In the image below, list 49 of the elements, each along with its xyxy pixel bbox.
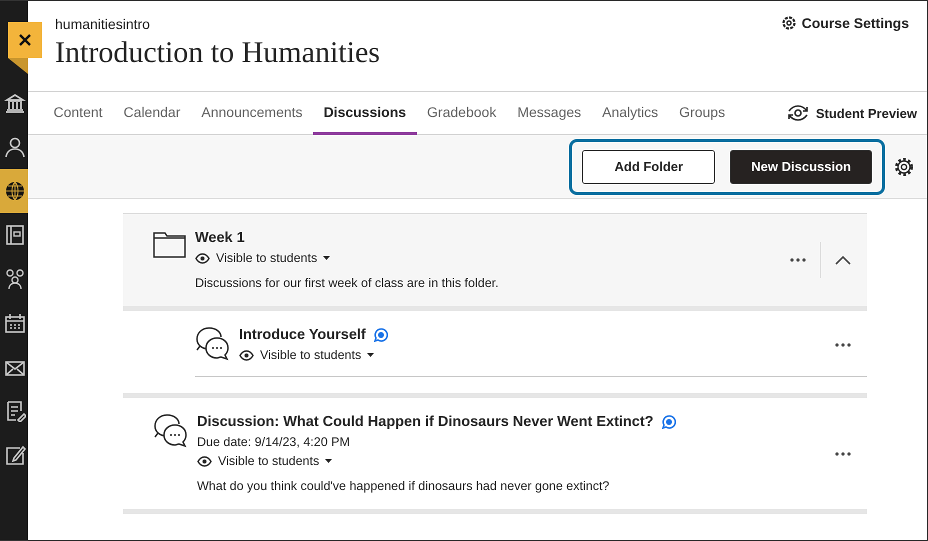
eye-icon	[239, 350, 254, 360]
due-date: Due date: 9/14/23, 4:20 PM	[197, 435, 351, 449]
calendar-icon	[4, 312, 26, 334]
grades-icon	[4, 400, 26, 422]
visibility-dropdown[interactable]: Visible to students	[197, 454, 332, 468]
visibility-dropdown[interactable]: Visible to students	[195, 251, 330, 265]
student-preview-link[interactable]: Student Preview	[786, 92, 927, 134]
sidebar-item[interactable]	[0, 169, 28, 213]
nav-tab[interactable]: Announcements	[190, 92, 314, 135]
close-icon	[18, 33, 32, 47]
eye-icon	[197, 456, 212, 466]
settings-icon[interactable]	[893, 156, 915, 178]
course-title: Introduction to Humanities	[55, 36, 380, 70]
person-icon	[4, 136, 26, 158]
new-discussion-button[interactable]: New Discussion	[730, 150, 872, 184]
eye-icon	[195, 252, 210, 264]
caret-icon	[367, 353, 374, 357]
edit-icon	[4, 444, 26, 466]
item-title[interactable]: Discussion: What Could Happen if Dinosaurs Never Went Extinct?	[197, 414, 654, 430]
nav-tab[interactable]: Analytics	[592, 92, 669, 135]
caret-icon	[323, 256, 330, 260]
more-icon	[835, 342, 851, 346]
more-icon	[835, 452, 851, 456]
caret-icon	[325, 459, 332, 463]
item-description: What do you think could've happened if dinosaurs had never gone extinct?	[197, 479, 610, 493]
course-settings-link[interactable]: Course Settings	[782, 15, 909, 31]
book-icon	[4, 224, 26, 246]
discussion-icon	[153, 414, 189, 448]
institution-icon	[4, 92, 26, 114]
nav-tab[interactable]: Groups	[668, 92, 736, 135]
people-icon	[4, 268, 26, 290]
chevron-icon	[835, 255, 851, 265]
folder-icon	[153, 230, 187, 258]
discussion-icon	[195, 327, 231, 361]
globe-icon	[4, 180, 26, 202]
nav-tab[interactable]: Messages	[506, 92, 592, 135]
more-icon	[790, 258, 806, 262]
nav-tab[interactable]: Calendar	[113, 92, 191, 135]
nav-tab[interactable]: Content	[43, 92, 114, 135]
visibility-dropdown[interactable]: Visible to students	[239, 348, 374, 362]
settings-icon	[782, 16, 796, 30]
eye-refresh-icon	[786, 105, 810, 121]
close-button[interactable]	[8, 22, 42, 58]
add-folder-button[interactable]: Add Folder	[582, 150, 716, 184]
item-description: Discussions for our first week of class are in this folder.	[195, 276, 500, 290]
nav-tab[interactable]: Gradebook	[416, 92, 507, 135]
item-title[interactable]: Introduce Yourself	[239, 327, 366, 343]
course-code: humanitiesintro	[55, 16, 151, 32]
item-title[interactable]: Week 1	[195, 230, 245, 246]
